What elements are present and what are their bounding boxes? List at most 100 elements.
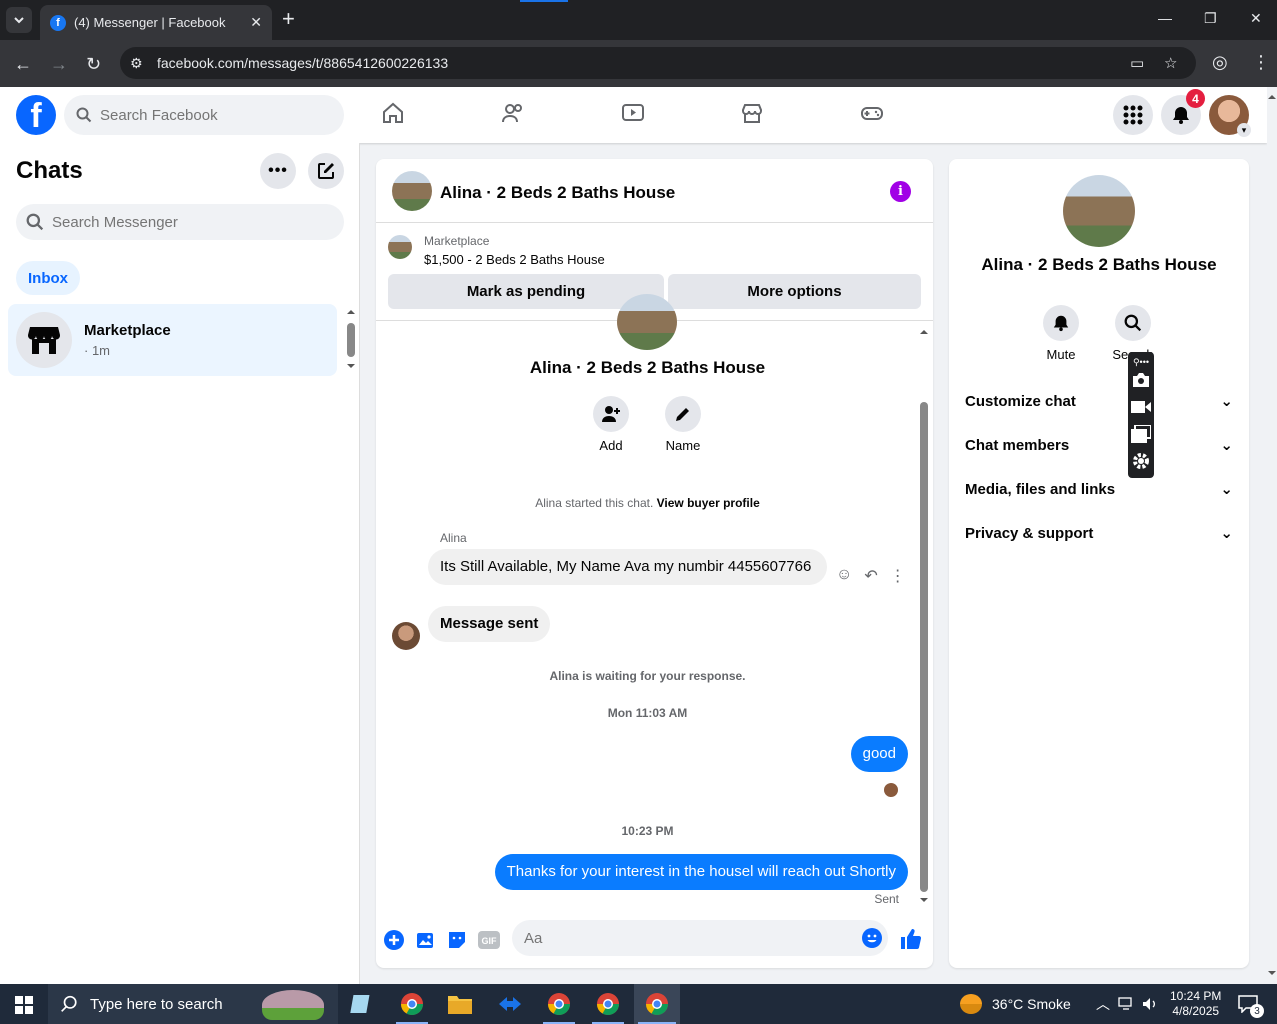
like-button[interactable] xyxy=(899,927,923,951)
camera-icon[interactable] xyxy=(1131,370,1151,390)
inbox-filter[interactable]: Inbox xyxy=(16,261,80,295)
sender-avatar[interactable] xyxy=(392,622,420,650)
watch-icon[interactable] xyxy=(621,101,645,130)
menu-grid-button[interactable] xyxy=(1113,95,1153,135)
network-icon[interactable] xyxy=(1118,984,1134,1024)
close-window-button[interactable]: ✕ xyxy=(1250,10,1262,27)
incoming-message[interactable]: Its Still Available, My Name Ava my numb… xyxy=(428,549,827,585)
bell-icon xyxy=(1053,315,1069,332)
listing-thumbnail[interactable] xyxy=(388,235,412,259)
message-input-box[interactable] xyxy=(512,920,888,956)
facebook-favicon-icon: f xyxy=(50,14,66,31)
reply-icon[interactable]: ↶ xyxy=(864,566,877,586)
emoji-icon[interactable] xyxy=(862,928,882,953)
account-avatar[interactable]: ▾ xyxy=(1209,95,1251,137)
media-files-links-item[interactable]: Media, files and links ⌄ xyxy=(965,467,1233,511)
facebook-search[interactable] xyxy=(64,95,344,135)
back-button[interactable]: ← xyxy=(14,54,32,75)
edit-name-button[interactable]: Name xyxy=(653,396,713,453)
attach-photo-button[interactable] xyxy=(415,929,437,951)
chat-options-button[interactable]: ••• xyxy=(260,153,296,189)
volume-icon[interactable] xyxy=(1142,984,1158,1024)
video-camera-icon[interactable] xyxy=(1131,397,1151,417)
conversation-photo[interactable] xyxy=(1063,175,1135,247)
outgoing-message[interactable]: Thanks for your interest in the housel w… xyxy=(494,854,908,890)
privacy-support-item[interactable]: Privacy & support ⌄ xyxy=(965,511,1233,555)
settings-gear-icon[interactable] xyxy=(1131,451,1151,471)
chat-members-item[interactable]: Chat members ⌄ xyxy=(965,423,1233,467)
more-actions-button[interactable] xyxy=(383,929,405,951)
minimize-button[interactable]: — xyxy=(1158,10,1172,26)
react-icon[interactable]: ☺ xyxy=(836,566,852,586)
chat-time: · 1m xyxy=(84,343,110,358)
chevron-down-icon: ⌄ xyxy=(1220,525,1233,542)
toolbar-handle-icon[interactable]: ⚲••• xyxy=(1131,352,1151,372)
view-buyer-profile-link[interactable]: View buyer profile xyxy=(657,496,760,510)
conversation-avatar[interactable] xyxy=(392,171,432,211)
forward-button[interactable]: → xyxy=(50,54,68,75)
listing-title[interactable]: $1,500 - 2 Beds 2 Baths House xyxy=(424,252,605,267)
mute-button[interactable]: Mute xyxy=(1031,305,1091,362)
page-scrollbar[interactable] xyxy=(1267,87,1277,984)
new-message-button[interactable] xyxy=(308,153,344,189)
new-tab-button[interactable]: + xyxy=(282,8,295,30)
chat-list-scrollbar[interactable] xyxy=(345,306,357,372)
customize-chat-item[interactable]: Customize chat ⌄ xyxy=(965,379,1233,423)
taskbar-app-file-explorer[interactable] xyxy=(440,988,480,1020)
chevron-down-icon: ▾ xyxy=(1237,123,1251,137)
info-icon[interactable]: i xyxy=(890,181,911,202)
browser-tab[interactable]: f (4) Messenger | Facebook ✕ xyxy=(40,5,272,40)
taskbar-app-chrome-2[interactable] xyxy=(539,988,579,1024)
site-info-icon[interactable]: ⚙ xyxy=(130,55,148,72)
message-scrollbar[interactable] xyxy=(919,326,929,906)
url-text: facebook.com/messages/t/8865412600226133 xyxy=(157,55,449,71)
more-vertical-icon[interactable]: ⋮ xyxy=(890,566,906,586)
bookmark-star-icon[interactable]: ☆ xyxy=(1164,54,1177,72)
install-app-icon[interactable]: ▭ xyxy=(1130,54,1144,72)
taskbar-app-notepad[interactable] xyxy=(342,988,382,1020)
notifications-button[interactable]: 4 xyxy=(1161,89,1205,135)
add-people-button[interactable]: Add xyxy=(581,396,641,453)
chevron-down-icon: ⌄ xyxy=(1220,481,1233,498)
marketplace-icon[interactable] xyxy=(740,101,764,130)
message-input[interactable] xyxy=(524,929,844,947)
browser-menu-icon[interactable]: ⋮ xyxy=(1252,52,1270,73)
reload-button[interactable]: ↻ xyxy=(86,54,101,75)
incoming-message[interactable]: Message sent xyxy=(428,606,551,642)
home-icon[interactable] xyxy=(381,101,405,130)
messenger-search[interactable] xyxy=(16,204,344,240)
taskbar-app-chrome-3[interactable] xyxy=(588,988,628,1024)
conversation-title[interactable]: Alina · 2 Beds 2 Baths House xyxy=(440,183,675,203)
windows-start-icon[interactable] xyxy=(15,996,33,1019)
profile-icon[interactable]: ◎ xyxy=(1212,52,1228,73)
marketplace-label: Marketplace xyxy=(424,234,490,248)
tab-search-button[interactable] xyxy=(6,7,32,33)
gif-button[interactable]: GIF xyxy=(478,929,500,951)
gaming-icon[interactable] xyxy=(860,101,884,130)
outgoing-message[interactable]: good xyxy=(850,736,908,772)
friends-icon[interactable] xyxy=(501,101,525,130)
read-receipt-avatar xyxy=(884,783,898,797)
close-tab-icon[interactable]: ✕ xyxy=(250,14,262,31)
taskbar-search[interactable]: Type here to search xyxy=(48,984,338,1024)
tray-chevron-icon[interactable]: ︿ xyxy=(1096,984,1110,1024)
taskbar-app-chrome-active[interactable] xyxy=(634,984,680,1024)
notification-center-icon[interactable]: 3 xyxy=(1238,984,1264,1024)
weather-text: 36°C Smoke xyxy=(992,996,1071,1012)
weather-widget[interactable]: 36°C Smoke xyxy=(960,984,1071,1024)
profile-photo xyxy=(617,294,677,350)
facebook-logo[interactable]: f xyxy=(16,95,56,135)
messenger-search-input[interactable] xyxy=(52,213,322,231)
taskbar-app-chrome-1[interactable] xyxy=(392,988,432,1024)
sticker-button[interactable] xyxy=(446,929,468,951)
gif-icon: GIF xyxy=(478,931,500,949)
clock[interactable]: 10:24 PM 4/8/2025 xyxy=(1170,984,1221,1024)
more-options-button[interactable]: More options xyxy=(668,274,921,309)
chat-list-item[interactable]: Marketplace · 1m xyxy=(8,304,337,376)
windows-icon[interactable] xyxy=(1131,424,1151,444)
notification-badge: 4 xyxy=(1186,89,1205,108)
facebook-search-input[interactable] xyxy=(100,106,320,124)
restore-button[interactable]: ❐ xyxy=(1204,10,1217,27)
address-bar[interactable]: ⚙ facebook.com/messages/t/88654126002261… xyxy=(120,47,1196,79)
taskbar-app-teamviewer[interactable] xyxy=(490,988,530,1020)
